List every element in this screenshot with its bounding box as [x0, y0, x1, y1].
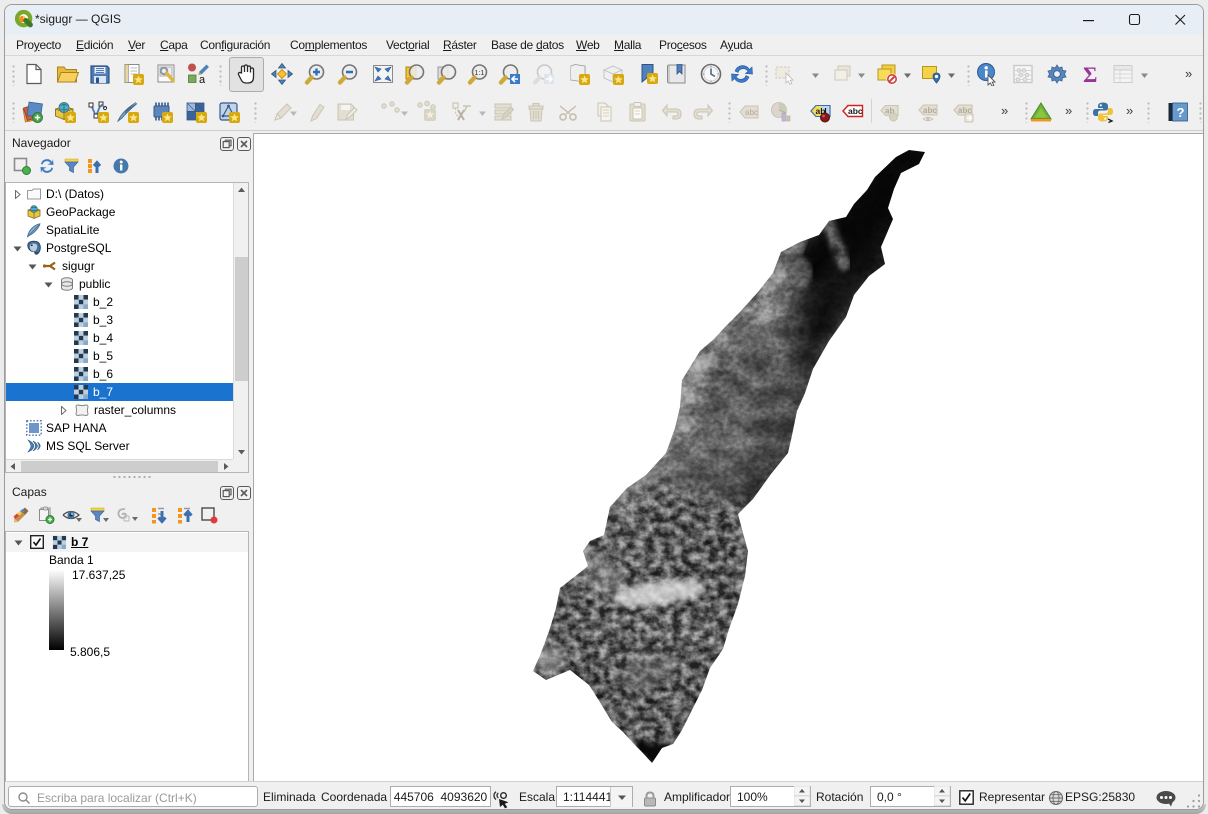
svg-text:1:1: 1:1	[475, 70, 485, 77]
svg-text:abc: abc	[745, 108, 758, 117]
svg-text:?: ?	[1177, 105, 1185, 120]
svg-text:a: a	[199, 74, 206, 86]
svg-text:abc: abc	[923, 106, 937, 115]
svg-text:abc: abc	[848, 106, 863, 116]
svg-text:Σ: Σ	[1083, 62, 1097, 86]
